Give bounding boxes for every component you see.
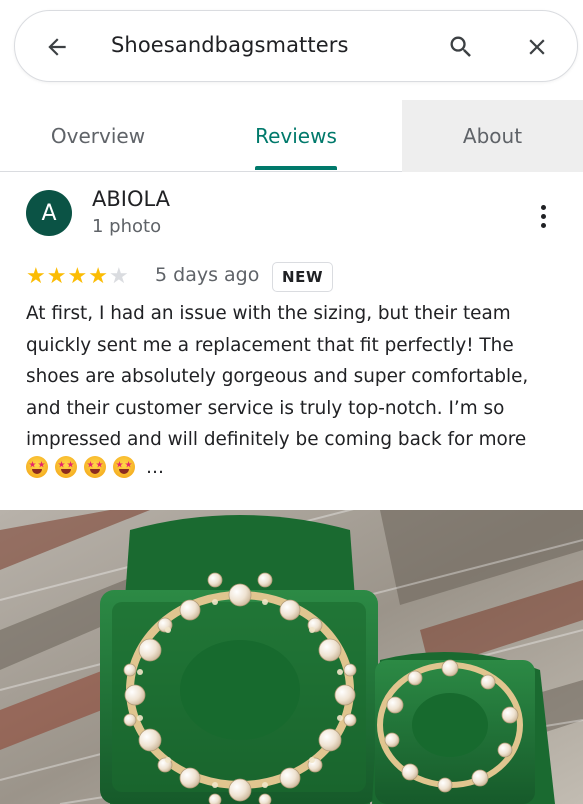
reviewer-name[interactable]: ABIOLA xyxy=(92,187,170,211)
star-struck-emoji-icon xyxy=(55,456,77,478)
star-icon: ★ xyxy=(67,263,88,288)
new-badge: NEW xyxy=(272,262,334,292)
tab-bar: Overview Reviews About xyxy=(0,100,583,172)
close-icon[interactable] xyxy=(515,25,559,69)
active-tab-indicator xyxy=(255,166,337,170)
search-icon[interactable] xyxy=(439,25,483,69)
review-date: 5 days ago xyxy=(155,264,260,286)
star-struck-emoji-icon xyxy=(113,456,135,478)
more-vert-icon[interactable] xyxy=(528,198,558,234)
star-rating: ★ ★ ★ ★ ★ xyxy=(26,263,129,289)
arrow-back-icon[interactable] xyxy=(35,25,79,69)
star-icon: ★ xyxy=(26,263,46,288)
avatar[interactable]: A xyxy=(26,190,72,236)
reviewer-photo-count: 1 photo xyxy=(92,216,162,237)
tab-about[interactable]: About xyxy=(402,100,583,172)
emoji-row: … xyxy=(26,456,164,478)
search-bar[interactable]: Shoesandbagsmatters xyxy=(14,10,578,82)
review-photo[interactable] xyxy=(0,510,583,804)
star-struck-emoji-icon xyxy=(84,456,106,478)
star-icon: ★ xyxy=(46,263,67,288)
review-text: At first, I had an issue with the sizing… xyxy=(26,303,529,450)
star-empty-icon: ★ xyxy=(108,263,129,288)
star-icon: ★ xyxy=(88,263,108,288)
tab-reviews[interactable]: Reviews xyxy=(196,100,396,172)
star-struck-emoji-icon xyxy=(26,456,48,478)
tab-overview[interactable]: Overview xyxy=(0,100,196,172)
more-text-ellipsis[interactable]: … xyxy=(146,457,164,478)
search-query[interactable]: Shoesandbagsmatters xyxy=(111,33,349,57)
